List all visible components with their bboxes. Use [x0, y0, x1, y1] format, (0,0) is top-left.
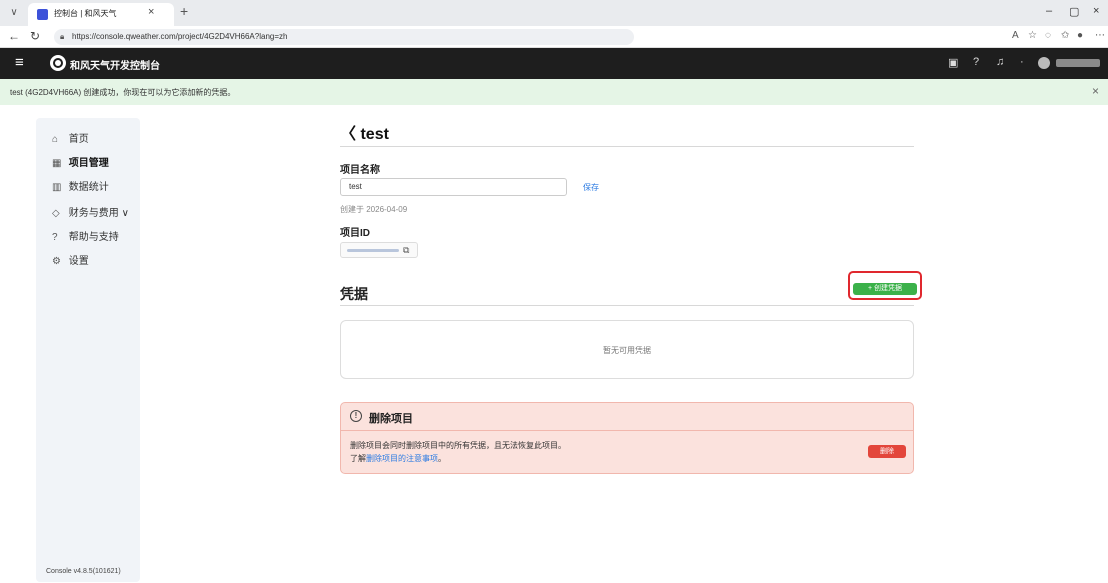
more-icon[interactable]: ⋯: [1095, 30, 1105, 41]
address-bar-row: ← ↻ 🔒︎ https://console.qweather.com/proj…: [0, 26, 1108, 48]
sidebar-item-label: 项目管理: [68, 158, 109, 169]
minimize-button[interactable]: –: [1046, 5, 1052, 17]
maximize-button[interactable]: ▢: [1069, 5, 1079, 18]
help-icon: ?: [52, 232, 58, 243]
delete-project-desc: 删除项目会同时删除项目中的所有凭据，且无法恢复此项目。: [350, 441, 566, 450]
back-icon[interactable]: ←: [8, 29, 20, 43]
save-button[interactable]: 保存: [583, 182, 599, 193]
favorite-icon[interactable]: ☆: [1028, 30, 1037, 41]
tab-close-icon[interactable]: ×: [148, 6, 154, 18]
sidebar-item-help[interactable]: ? 帮助与支持: [52, 228, 119, 244]
delete-project-panel: ! 删除项目 删除项目会同时删除项目中的所有凭据，且无法恢复此项目。 了解删除项…: [340, 402, 914, 474]
more-prefix: 了解: [350, 454, 366, 463]
bell-icon[interactable]: ♫: [996, 56, 1004, 68]
doc-icon[interactable]: ▣: [948, 56, 958, 69]
tag-icon: ◇: [52, 208, 60, 219]
create-credential-button[interactable]: + 创建凭据: [853, 283, 917, 295]
sidebar-item-label: 财务与费用: [68, 208, 119, 219]
created-date: 创建于 2026-04-09: [340, 205, 408, 214]
username-redacted[interactable]: [1056, 59, 1100, 67]
banner-text: test (4G2D4VH66A) 创建成功，你现在可以为它添加新的凭据。: [10, 88, 236, 97]
home-icon: ⌂: [52, 134, 59, 145]
app-title: 和风天气开发控制台: [70, 61, 160, 72]
project-name-label: 项目名称: [340, 165, 380, 176]
new-tab-button[interactable]: +: [180, 3, 188, 19]
warning-icon: !: [350, 410, 362, 422]
page-title: 〈 test: [340, 120, 389, 144]
lock-icon: 🔒︎: [60, 32, 65, 41]
sidebar-item-projects[interactable]: ▦ 项目管理: [52, 154, 109, 170]
avatar[interactable]: [1038, 57, 1050, 69]
url-field[interactable]: 🔒︎ https://console.qweather.com/project/…: [54, 29, 634, 45]
menu-icon[interactable]: ≡: [15, 54, 24, 71]
tab-menu-icon[interactable]: ∨: [6, 6, 22, 20]
extensions-icon[interactable]: ◌: [1045, 30, 1051, 41]
sidebar-item-settings[interactable]: ⚙ 设置: [52, 252, 89, 268]
sidebar-item-home[interactable]: ⌂ 首页: [52, 130, 89, 146]
credentials-title: 凭据: [340, 286, 368, 302]
version-text: Console v4.8.5(101621): [46, 568, 121, 575]
copy-icon[interactable]: ⧉: [403, 245, 409, 256]
sidebar-item-label: 数据统计: [68, 182, 109, 193]
delete-project-button[interactable]: 删除: [868, 445, 906, 458]
gear-icon: ⚙: [52, 256, 61, 267]
window-close-button[interactable]: ×: [1093, 5, 1099, 17]
divider: [340, 146, 914, 147]
separator-dot-icon: ·: [1020, 56, 1024, 68]
more-suffix: 。: [438, 454, 446, 463]
profile-icon[interactable]: ●: [1077, 30, 1083, 41]
sidebar-item-stats[interactable]: ▥ 数据统计: [52, 178, 109, 194]
tab-title: 控制台 | 和风天气: [54, 9, 117, 18]
sidebar-item-label: 设置: [68, 256, 89, 267]
browser-tab[interactable]: 控制台 | 和风天气 ×: [28, 3, 174, 26]
sidebar: ⌂ 首页 ▦ 项目管理 ▥ 数据统计 ◇ 财务与费用 ∨ ? 帮助与支持 ⚙ 设…: [36, 118, 140, 582]
bar-chart-icon: ▥: [52, 182, 62, 193]
grid-icon: ▦: [52, 158, 62, 169]
project-title: test: [360, 126, 389, 143]
sidebar-item-label: 帮助与支持: [68, 232, 119, 243]
favicon-icon: [37, 9, 48, 20]
read-aloud-icon[interactable]: A: [1012, 30, 1019, 41]
chevron-down-icon: ∨: [121, 208, 129, 219]
delete-project-more: 了解删除项目的注意事项。: [350, 453, 446, 464]
delete-project-title: 删除项目: [369, 413, 413, 425]
project-id-label: 项目ID: [340, 228, 370, 239]
banner-close-icon[interactable]: ×: [1092, 84, 1099, 98]
logo-icon: [50, 55, 66, 71]
success-banner: test (4G2D4VH66A) 创建成功，你现在可以为它添加新的凭据。 ×: [0, 79, 1108, 105]
browser-tab-bar: ∨ 控制台 | 和风天气 × + – ▢ ×: [0, 0, 1108, 26]
favorites-bar-icon[interactable]: ✩: [1061, 30, 1069, 41]
project-id-field: ⧉: [340, 242, 418, 258]
refresh-icon[interactable]: ↻: [30, 29, 40, 43]
help-icon[interactable]: ?: [973, 56, 979, 68]
app-header: ≡ 和风天气开发控制台 ▣ ? ♫ ·: [0, 48, 1108, 79]
sidebar-item-label: 首页: [68, 134, 89, 145]
empty-state-text: 暂无可用凭据: [603, 346, 651, 355]
delete-notes-link[interactable]: 删除项目的注意事项: [366, 454, 438, 463]
url-text: https://console.qweather.com/project/4G2…: [72, 32, 288, 41]
credentials-empty-card: 暂无可用凭据: [340, 320, 914, 379]
divider: [340, 305, 914, 306]
back-chevron-icon[interactable]: 〈: [340, 126, 356, 143]
sidebar-item-finance[interactable]: ◇ 财务与费用 ∨: [52, 204, 129, 220]
divider: [341, 430, 913, 431]
project-id-redacted: [347, 249, 399, 252]
project-name-input[interactable]: test: [340, 178, 567, 196]
